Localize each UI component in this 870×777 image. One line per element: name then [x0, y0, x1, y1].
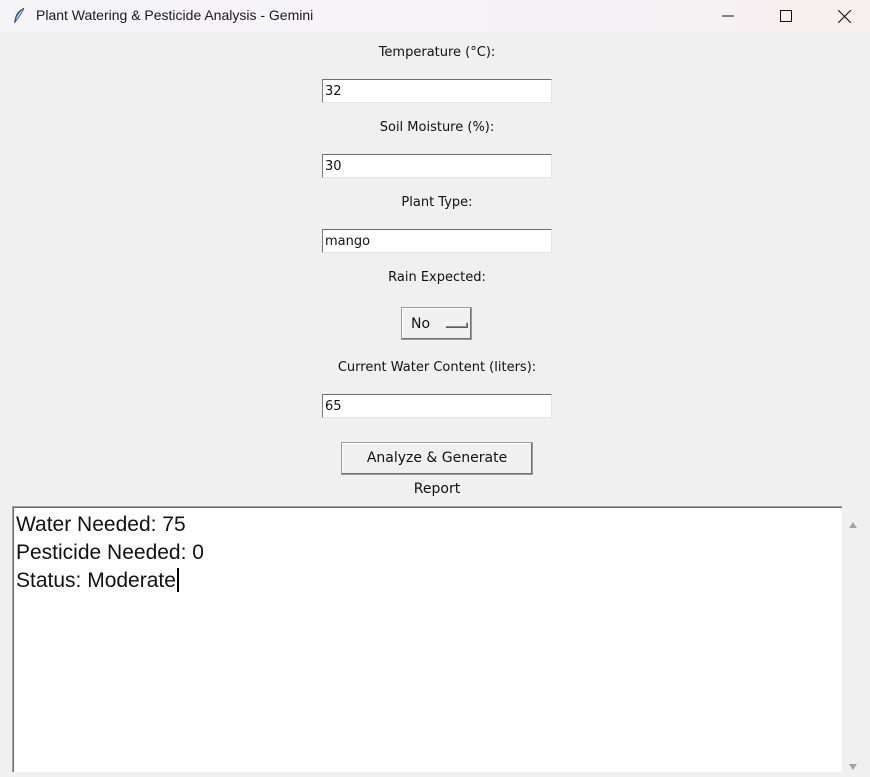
window-titlebar[interactable]: Plant Watering & Pesticide Analysis - Ge… — [0, 0, 870, 32]
rain-expected-dropdown[interactable]: No — [401, 307, 472, 340]
analyze-button[interactable]: Analyze & Generate Report — [341, 442, 533, 497]
close-icon — [837, 9, 851, 23]
temperature-input[interactable] — [322, 79, 552, 103]
soil-moisture-label: Soil Moisture (%): — [379, 120, 495, 135]
maximize-icon — [780, 10, 792, 22]
report-line-pesticide: Pesticide Needed: 0 — [16, 541, 204, 564]
plant-type-input[interactable] — [322, 229, 552, 253]
window-title: Plant Watering & Pesticide Analysis - Ge… — [36, 7, 314, 23]
rain-expected-value: No — [411, 316, 431, 332]
rain-expected-label: Rain Expected: — [388, 270, 486, 285]
water-content-label: Current Water Content (liters): — [337, 360, 537, 375]
text-cursor — [176, 568, 179, 592]
scroll-down-arrow-icon[interactable] — [848, 756, 858, 775]
dropdown-indicator-icon — [445, 322, 467, 327]
report-line-water: Water Needed: 75 — [16, 513, 186, 536]
maximize-button[interactable] — [763, 0, 809, 32]
feather-icon — [12, 7, 26, 25]
temperature-label: Temperature (°C): — [378, 45, 496, 60]
report-line-status: Status: Moderate — [16, 567, 839, 595]
minimize-icon — [722, 15, 734, 17]
water-content-input[interactable] — [322, 394, 552, 418]
minimize-button[interactable] — [705, 0, 751, 32]
scroll-up-arrow-icon[interactable] — [848, 514, 858, 533]
plant-type-label: Plant Type: — [401, 195, 473, 210]
report-textarea[interactable]: Water Needed: 75 Pesticide Needed: 0 Sta… — [12, 506, 842, 772]
report-scrollbar[interactable] — [842, 506, 864, 772]
close-button[interactable] — [821, 0, 867, 32]
soil-moisture-input[interactable] — [322, 154, 552, 178]
report-line-status-text: Status: Moderate — [16, 569, 176, 592]
